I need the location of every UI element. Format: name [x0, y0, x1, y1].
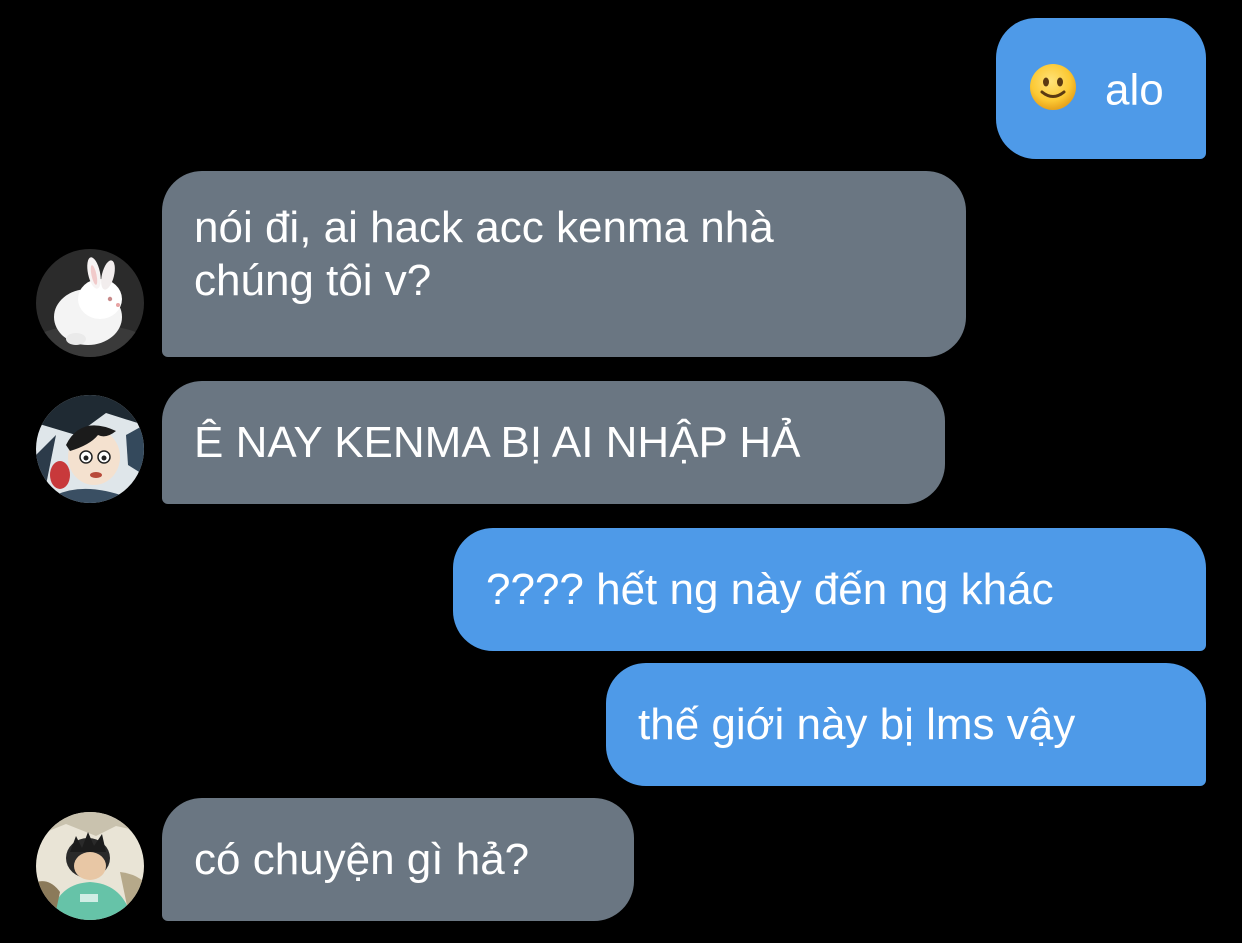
slightly-smiling-face-icon — [1029, 63, 1077, 111]
chat-thread: alo nói đi, ai hack acc kenma nhà chúng … — [0, 0, 1242, 943]
incoming-message-bubble[interactable]: nói đi, ai hack acc kenma nhà chúng tôi … — [162, 171, 966, 357]
incoming-message-bubble[interactable]: có chuyện gì hả? — [162, 798, 634, 921]
outgoing-message-bubble[interactable]: ???? hết ng này đến ng khác — [453, 528, 1206, 651]
message-text: thế giới này bị lms vậy — [638, 700, 1076, 749]
message-text-line: chúng tôi v? — [194, 256, 432, 305]
rabbit-avatar[interactable] — [36, 249, 144, 357]
outgoing-message-bubble[interactable]: thế giới này bị lms vậy — [606, 663, 1206, 786]
anime-avatar-1[interactable] — [36, 395, 144, 503]
incoming-message-bubble[interactable]: Ê NAY KENMA BỊ AI NHẬP HẢ — [162, 381, 945, 504]
message-text: alo — [1105, 65, 1164, 115]
message-text-line: nói đi, ai hack acc kenma nhà — [194, 203, 774, 252]
message-text: ???? hết ng này đến ng khác — [486, 565, 1054, 614]
anime-avatar-2[interactable] — [36, 812, 144, 920]
message-text: có chuyện gì hả? — [194, 835, 530, 884]
message-text: Ê NAY KENMA BỊ AI NHẬP HẢ — [194, 418, 801, 467]
outgoing-message-bubble[interactable]: alo — [996, 18, 1206, 159]
